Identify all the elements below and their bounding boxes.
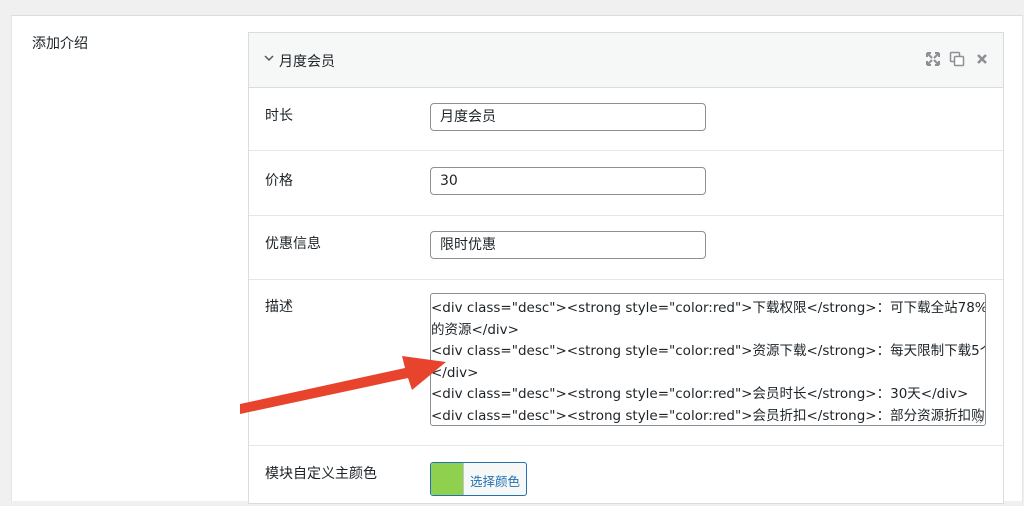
theme-color-label: 模块自定义主颜色 xyxy=(265,466,377,482)
resize-grip-icon[interactable] xyxy=(975,415,984,424)
textarea-line: <div class="desc"><strong style="color:r… xyxy=(431,386,969,402)
duplicate-icon[interactable] xyxy=(949,51,965,67)
top-strip xyxy=(0,0,1024,15)
textarea-line: <div class="desc"><strong style="color:r… xyxy=(431,407,985,424)
promo-label: 优惠信息 xyxy=(265,236,321,252)
duration-input[interactable]: 月度会员 xyxy=(430,103,706,131)
price-input[interactable]: 30 xyxy=(430,167,706,195)
promo-input[interactable]: 限时优惠 xyxy=(430,231,706,259)
textarea-line: 的资源</div> xyxy=(431,321,519,338)
field-row-promo: 优惠信息 限时优惠 xyxy=(249,216,1003,280)
chevron-down-icon[interactable] xyxy=(263,52,275,64)
expand-icon[interactable] xyxy=(925,51,941,67)
field-row-price: 价格 30 xyxy=(249,151,1003,216)
textarea-line: <div class="desc"><strong style="color:r… xyxy=(431,300,985,316)
price-label: 价格 xyxy=(265,173,293,189)
choose-color-button[interactable]: 选择颜色 xyxy=(430,462,527,496)
repeater-group: 月度会员 时长 月度会员 价格 30 优惠信息 限时优惠 描述 <div cla… xyxy=(248,32,1004,504)
group-header[interactable]: 月度会员 xyxy=(249,33,1003,88)
field-row-duration: 时长 月度会员 xyxy=(249,88,1003,151)
choose-color-label: 选择颜色 xyxy=(470,474,521,489)
color-swatch xyxy=(431,463,464,495)
close-icon[interactable] xyxy=(974,51,990,67)
description-label: 描述 xyxy=(265,299,293,315)
field-label-add-intro: 添加介绍 xyxy=(32,36,88,52)
textarea-line: <div class="desc"><strong style="color:r… xyxy=(431,343,985,359)
field-row-theme-color: 模块自定义主颜色 选择颜色 xyxy=(249,446,1003,506)
duration-label: 时长 xyxy=(265,108,293,124)
group-title[interactable]: 月度会员 xyxy=(279,51,335,71)
description-textarea[interactable]: <div class="desc"><strong style="color:r… xyxy=(430,293,986,426)
field-row-description: 描述 <div class="desc"><strong style="colo… xyxy=(249,280,1003,446)
textarea-line: </div> xyxy=(431,364,479,381)
